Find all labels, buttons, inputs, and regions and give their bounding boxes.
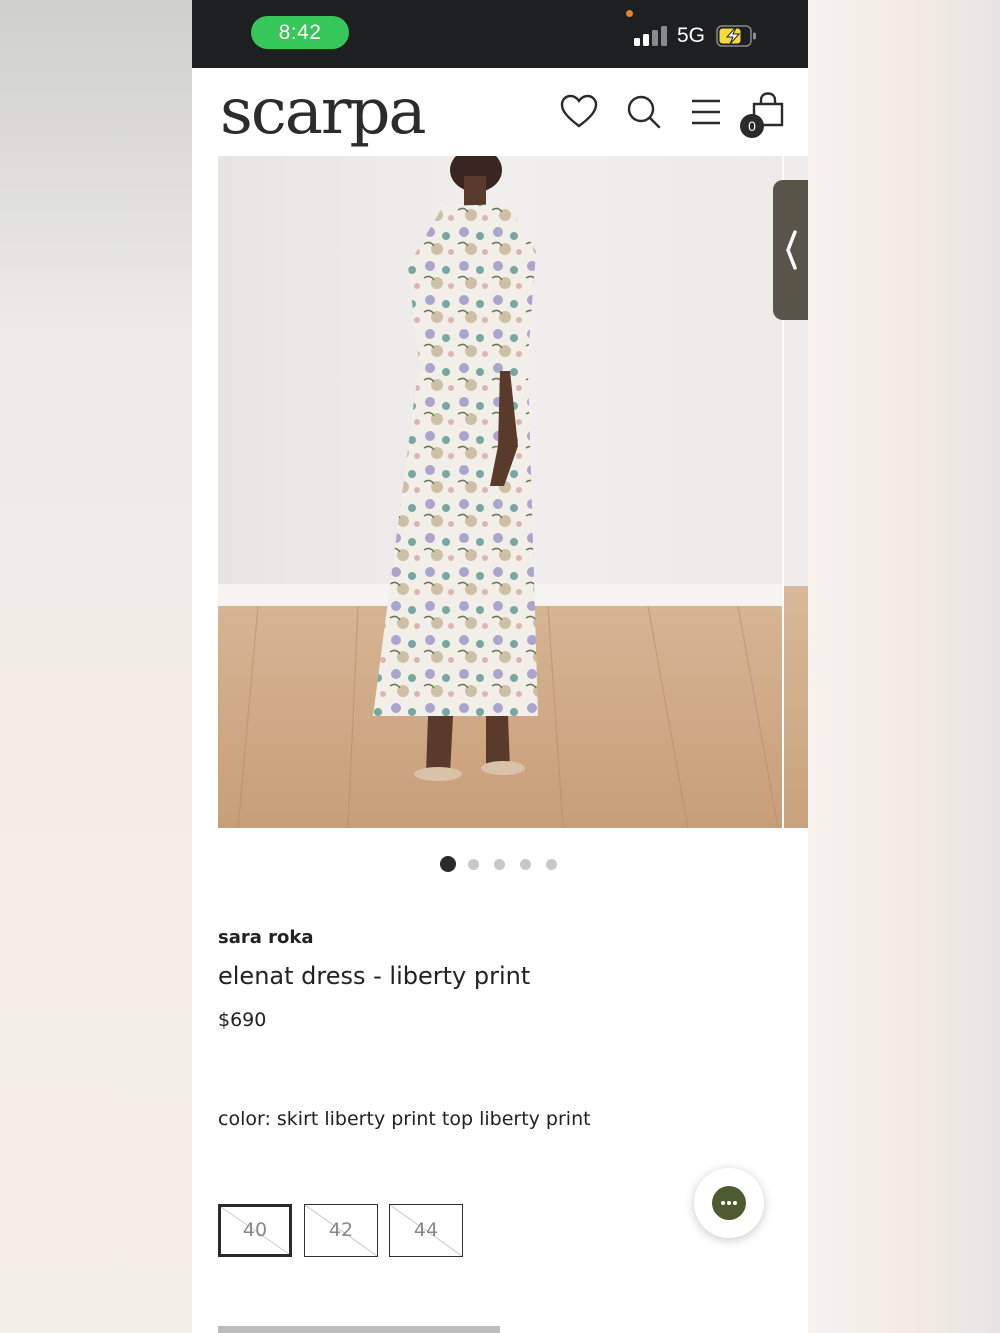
phone-screen: 8:42 5G scarpa 0 sara roka elenat dress … [192,0,808,1333]
mic-indicator-icon [626,10,633,17]
background-right [808,0,1000,1333]
product-color: color: skirt liberty print top liberty p… [218,1108,591,1130]
search-icon[interactable] [624,92,664,132]
size-label: 40 [242,1219,268,1241]
size-option-40[interactable]: 40 [218,1204,292,1257]
size-label: 44 [413,1219,439,1241]
size-option-44[interactable]: 44 [389,1204,463,1257]
product-photo [218,156,782,828]
product-price: $690 [218,1009,267,1031]
carousel-dot-5[interactable] [546,859,557,870]
signal-icon [634,26,668,46]
scarpa-logo[interactable]: scarpa [220,72,427,152]
menu-icon[interactable] [686,92,726,132]
status-bar: 8:42 5G [192,0,808,68]
battery-icon [716,25,756,47]
chat-button[interactable] [694,1168,764,1238]
site-header: scarpa 0 [192,68,808,156]
size-label: 42 [328,1219,354,1241]
carousel-dots [440,856,570,872]
carousel-dot-1[interactable] [440,856,456,872]
heart-icon[interactable] [559,92,599,132]
background-left [0,0,192,1333]
side-panel-tab[interactable] [773,180,808,320]
carousel-dot-2[interactable] [468,859,479,870]
chevron-left-icon [786,230,797,270]
product-title: elenat dress - liberty print [218,962,531,990]
product-brand[interactable]: sara roka [218,927,314,948]
chat-bubble-icon [712,1186,746,1220]
status-time: 8:42 [251,16,349,49]
carousel-dot-3[interactable] [494,859,505,870]
add-to-cart-bar[interactable] [218,1326,500,1333]
product-image[interactable] [218,156,782,828]
carousel-dot-4[interactable] [520,859,531,870]
size-option-42[interactable]: 42 [304,1204,378,1257]
cart-count-badge: 0 [740,114,764,138]
network-label: 5G [677,24,706,47]
